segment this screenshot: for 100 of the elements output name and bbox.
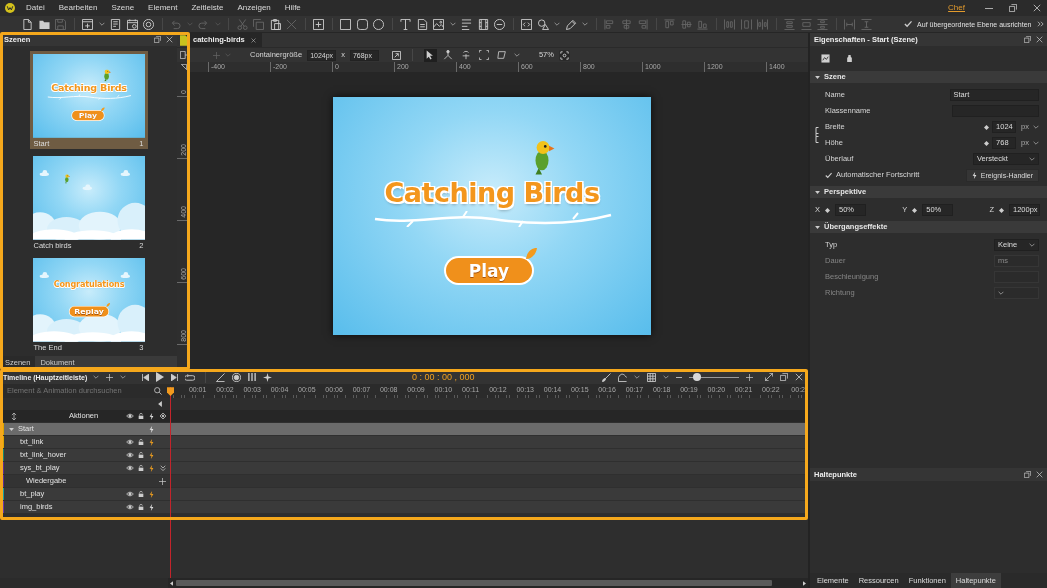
eye-icon[interactable] [125, 439, 134, 445]
fit-icon[interactable] [558, 49, 570, 61]
diamond-icon[interactable] [999, 207, 1004, 213]
folder-icon[interactable] [38, 18, 50, 30]
lock-icon[interactable] [137, 491, 144, 497]
lightning-icon[interactable] [149, 451, 154, 459]
squares-icon[interactable] [1024, 471, 1031, 478]
lightning-icon[interactable] [971, 171, 977, 179]
circle-icon[interactable] [143, 18, 154, 30]
slider-thumb[interactable] [692, 373, 701, 381]
paste-icon[interactable] [269, 18, 281, 30]
bottle-icon[interactable] [846, 53, 853, 63]
grid-icon[interactable] [647, 372, 656, 382]
lightning-icon[interactable] [149, 412, 154, 420]
play-icon[interactable] [156, 372, 164, 382]
brush-icon[interactable] [602, 372, 611, 382]
lock-icon[interactable] [137, 413, 144, 419]
lock-icon[interactable] [137, 439, 144, 445]
scrollbar-thumb[interactable] [176, 580, 772, 586]
resize-icon[interactable] [391, 50, 401, 60]
bars-icon[interactable] [248, 373, 256, 381]
scroll-left-icon[interactable] [170, 580, 173, 586]
user-link[interactable]: Chef [948, 4, 965, 12]
scrollbar[interactable] [168, 578, 808, 588]
file-icon[interactable] [22, 18, 33, 30]
lightning-icon[interactable] [149, 503, 154, 511]
scroll-right-icon[interactable] [803, 580, 806, 586]
record-icon[interactable] [232, 372, 241, 382]
minus-icon[interactable] [676, 376, 682, 378]
app-logo-icon[interactable] [5, 3, 15, 13]
close-icon[interactable] [1036, 471, 1043, 478]
menu-item[interactable]: Anzeigen [237, 4, 271, 12]
diamond-target-icon[interactable] [159, 413, 166, 419]
pen-icon[interactable] [565, 18, 577, 30]
minimize-icon[interactable] [985, 7, 993, 9]
shapes-icon[interactable] [537, 18, 549, 30]
checkmark-icon[interactable] [903, 20, 912, 28]
image-icon[interactable] [433, 18, 444, 30]
up-down-icon[interactable] [10, 412, 17, 420]
document-icon[interactable] [110, 18, 121, 30]
list-icon[interactable] [461, 18, 472, 30]
rounded-rectangle-icon[interactable] [356, 18, 368, 30]
menu-item[interactable]: Hilfe [284, 4, 301, 12]
squares-icon[interactable] [1024, 36, 1031, 43]
squares-icon[interactable] [154, 36, 161, 43]
lightning-icon[interactable] [149, 490, 154, 498]
expand-icon[interactable] [765, 373, 773, 381]
double-chevron-down-icon[interactable] [159, 465, 166, 471]
triangle-down-icon[interactable] [9, 427, 14, 431]
lightning-icon[interactable] [149, 464, 154, 472]
minus-circle-icon[interactable] [494, 18, 505, 30]
menu-item[interactable]: Bearbeiten [58, 4, 98, 12]
menu-item[interactable]: Element [148, 4, 178, 12]
menu-item[interactable]: Zeitleiste [191, 4, 224, 12]
triangle-down-icon[interactable] [815, 225, 820, 229]
loop-icon[interactable] [185, 373, 195, 381]
page-icon[interactable] [416, 18, 428, 30]
triangle-down-icon[interactable] [815, 190, 820, 194]
eye-icon[interactable] [125, 504, 134, 510]
eye-icon[interactable] [125, 452, 134, 458]
triangle-down-icon[interactable] [815, 75, 820, 79]
text-tool-icon[interactable] [400, 18, 411, 30]
eye-icon[interactable] [125, 413, 134, 419]
playhead-handle-icon[interactable] [167, 387, 174, 396]
lock-icon[interactable] [137, 452, 144, 458]
menu-item[interactable]: Szene [111, 4, 135, 12]
code-icon[interactable] [521, 18, 532, 30]
diamond-icon[interactable] [984, 124, 990, 130]
diamond-icon[interactable] [912, 207, 918, 213]
close-icon[interactable] [795, 373, 803, 381]
squares-icon[interactable] [780, 373, 788, 381]
window-icon[interactable] [82, 18, 93, 30]
device-icon[interactable] [179, 51, 188, 59]
diamond-icon[interactable] [825, 207, 830, 213]
restore-icon[interactable] [1009, 4, 1017, 12]
triangle-left-icon[interactable] [158, 401, 162, 407]
lock-icon[interactable] [137, 504, 144, 510]
sparkle-icon[interactable] [263, 372, 272, 382]
close-icon[interactable] [250, 37, 256, 43]
ellipse-icon[interactable] [373, 18, 384, 30]
menu-item[interactable]: Datei [26, 4, 45, 12]
film-icon[interactable] [477, 18, 489, 30]
checkmark-icon[interactable] [825, 171, 832, 179]
diamond-icon[interactable] [984, 140, 990, 146]
close-icon[interactable] [1036, 36, 1043, 43]
rectangle-icon[interactable] [340, 18, 351, 30]
eye-icon[interactable] [125, 465, 134, 471]
lightning-icon[interactable] [149, 438, 154, 446]
skip-forward-icon[interactable] [171, 373, 178, 381]
picture-icon[interactable] [821, 53, 830, 63]
skip-back-icon[interactable] [142, 373, 149, 381]
pen-icon[interactable] [216, 372, 225, 382]
lock-icon[interactable] [137, 465, 144, 471]
close-icon[interactable] [166, 36, 173, 43]
arc-icon[interactable] [618, 372, 627, 382]
calendar-icon[interactable] [126, 18, 138, 30]
file-icon[interactable] [179, 34, 188, 46]
bracket-icon[interactable] [815, 127, 819, 143]
search-icon[interactable] [154, 387, 162, 395]
chevrons-icon[interactable] [1037, 21, 1044, 27]
